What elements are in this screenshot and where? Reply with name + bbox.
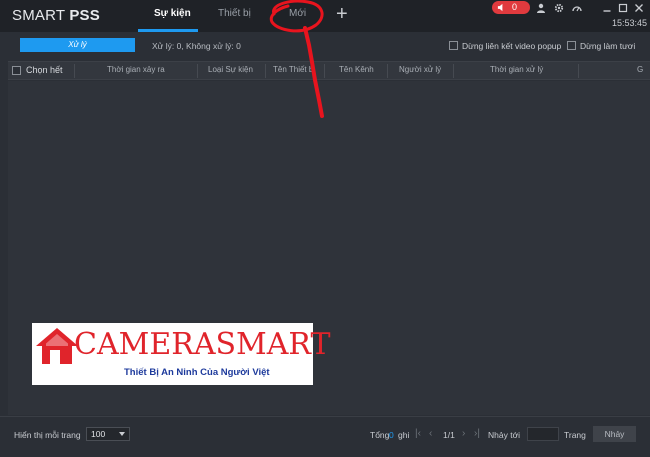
alarm-count: 0 bbox=[512, 2, 518, 12]
add-tab-icon[interactable]: + bbox=[336, 2, 348, 26]
column-separator bbox=[197, 64, 198, 78]
stop-refresh-checkbox[interactable] bbox=[567, 41, 576, 50]
active-tab-indicator bbox=[138, 29, 198, 32]
speaker-icon bbox=[497, 3, 503, 12]
goto-label: Nhảy tới bbox=[488, 430, 521, 440]
column-handled-time[interactable]: Thời gian xử lý bbox=[490, 65, 543, 74]
tab-events[interactable]: Sự kiện bbox=[154, 8, 191, 19]
watermark-tagline: Thiết Bị An Ninh Của Người Việt bbox=[124, 367, 270, 378]
maximize-icon[interactable] bbox=[618, 3, 628, 13]
select-all-checkbox[interactable] bbox=[12, 66, 21, 75]
total-label: Tổng bbox=[370, 430, 390, 440]
column-separator bbox=[387, 64, 388, 78]
watermark-logo: CAMERASMART Thiết Bị An Ninh Của Người V… bbox=[32, 323, 331, 385]
logo-bold: PSS bbox=[69, 7, 100, 24]
gauge-icon[interactable] bbox=[572, 3, 582, 13]
next-page-icon[interactable]: › bbox=[462, 428, 465, 439]
page-indicator: 1/1 bbox=[443, 430, 455, 440]
column-separator bbox=[265, 64, 266, 78]
logo-light: SMART bbox=[12, 7, 70, 24]
app-logo: SMART PSS bbox=[12, 7, 100, 24]
column-more[interactable]: G bbox=[637, 65, 643, 74]
column-event-type[interactable]: Loại Sự kiện bbox=[208, 65, 253, 74]
stop-refresh-label: Dừng làm tươi bbox=[580, 41, 636, 51]
column-separator bbox=[74, 64, 75, 78]
column-separator bbox=[578, 64, 579, 78]
clock: 15:53:45 bbox=[612, 18, 648, 28]
total-unit: ghi bbox=[398, 430, 410, 440]
select-all-label: Chọn hết bbox=[26, 65, 63, 75]
column-separator bbox=[324, 64, 325, 78]
stop-popup-label: Dừng liên kết video popup bbox=[462, 41, 562, 51]
process-button[interactable]: Xử lý bbox=[20, 38, 135, 52]
tab-devices[interactable]: Thiết bị bbox=[218, 8, 251, 19]
first-page-icon[interactable]: |‹ bbox=[415, 428, 421, 439]
process-status: Xử lý: 0, Không xử lý: 0 bbox=[152, 41, 241, 51]
column-device-name[interactable]: Tên Thiết b bbox=[273, 65, 313, 74]
per-page-value: 100 bbox=[91, 429, 106, 439]
table-header: Chọn hết Thời gian xảy ra Loại Sự kiện T… bbox=[8, 61, 650, 80]
goto-button[interactable]: Nhảy bbox=[593, 426, 636, 442]
user-icon[interactable] bbox=[536, 3, 546, 13]
goto-page-input[interactable] bbox=[527, 427, 559, 441]
column-channel-name[interactable]: Tên Kênh bbox=[339, 65, 374, 74]
page-label: Trang bbox=[564, 430, 586, 440]
tab-new[interactable]: Mới bbox=[289, 8, 306, 19]
total-value: 0 bbox=[389, 430, 394, 440]
alarm-button[interactable]: 0 bbox=[492, 1, 530, 14]
per-page-select[interactable]: 100 bbox=[86, 427, 130, 441]
watermark-brand: CAMERASMART bbox=[74, 327, 331, 362]
stop-popup-checkbox[interactable] bbox=[449, 41, 458, 50]
column-handler[interactable]: Người xử lý bbox=[399, 65, 441, 74]
gear-icon[interactable] bbox=[554, 3, 564, 13]
prev-page-icon[interactable]: ‹ bbox=[429, 428, 432, 439]
per-page-label: Hiển thị mỗi trang bbox=[14, 430, 81, 440]
column-separator bbox=[453, 64, 454, 78]
last-page-icon[interactable]: ›| bbox=[474, 428, 480, 439]
chevron-down-icon bbox=[119, 432, 125, 436]
close-icon[interactable] bbox=[634, 3, 644, 13]
column-occurred-time[interactable]: Thời gian xảy ra bbox=[107, 65, 165, 74]
minimize-icon[interactable] bbox=[602, 3, 612, 13]
